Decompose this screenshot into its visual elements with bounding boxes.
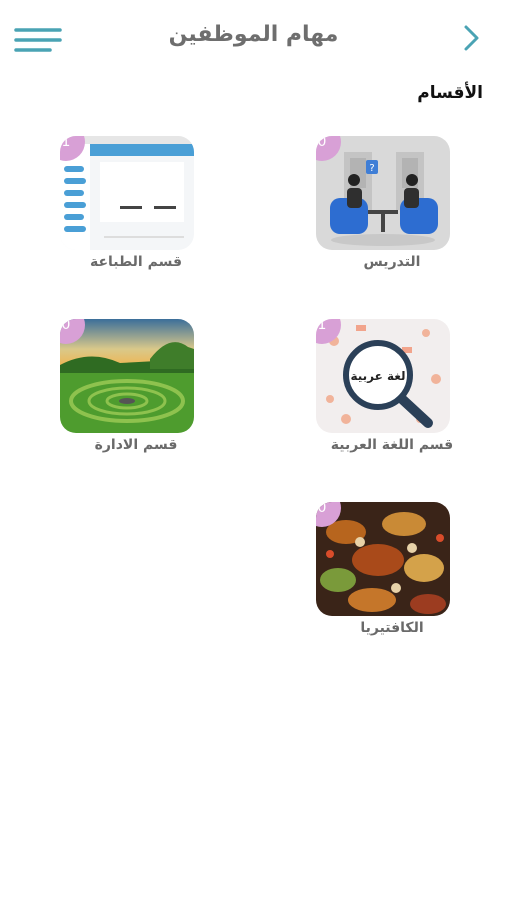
back-button[interactable] <box>455 20 489 56</box>
tile-label: التدريس <box>363 254 421 270</box>
teaching-thumbnail: ? 0 <box>316 136 450 250</box>
arabic-thumbnail: لغة عربية 1 <box>316 319 450 433</box>
department-tile-arabic[interactable]: لغة عربية 1 قسم اللغة العربية <box>302 319 462 469</box>
department-tile-cafeteria[interactable]: 0 الكافتيريا <box>302 502 462 652</box>
tile-label: قسم الطباعة <box>90 254 182 270</box>
chevron-right-icon <box>464 25 479 51</box>
tile-label: قسم اللغة العربية <box>330 437 454 453</box>
printing-thumbnail: 1 <box>60 136 194 250</box>
tile-label: قسم الادارة <box>94 437 178 453</box>
department-tile-printing[interactable]: 1 قسم الطباعة <box>46 136 206 286</box>
page-title: مهام الموظفين <box>168 22 339 47</box>
top-bar: مهام الموظفين <box>0 0 507 80</box>
department-tile-teaching[interactable]: ? 0 التدريس <box>302 136 462 286</box>
magnifier-text: لغة عربية <box>350 369 405 383</box>
administration-thumbnail: 0 <box>60 319 194 433</box>
tile-label: الكافتيريا <box>360 620 424 636</box>
cafeteria-thumbnail: 0 <box>316 502 450 616</box>
section-title: الأقسام <box>417 83 483 103</box>
svg-text:?: ? <box>369 163 374 174</box>
department-tile-administration[interactable]: 0 قسم الادارة <box>46 319 206 469</box>
